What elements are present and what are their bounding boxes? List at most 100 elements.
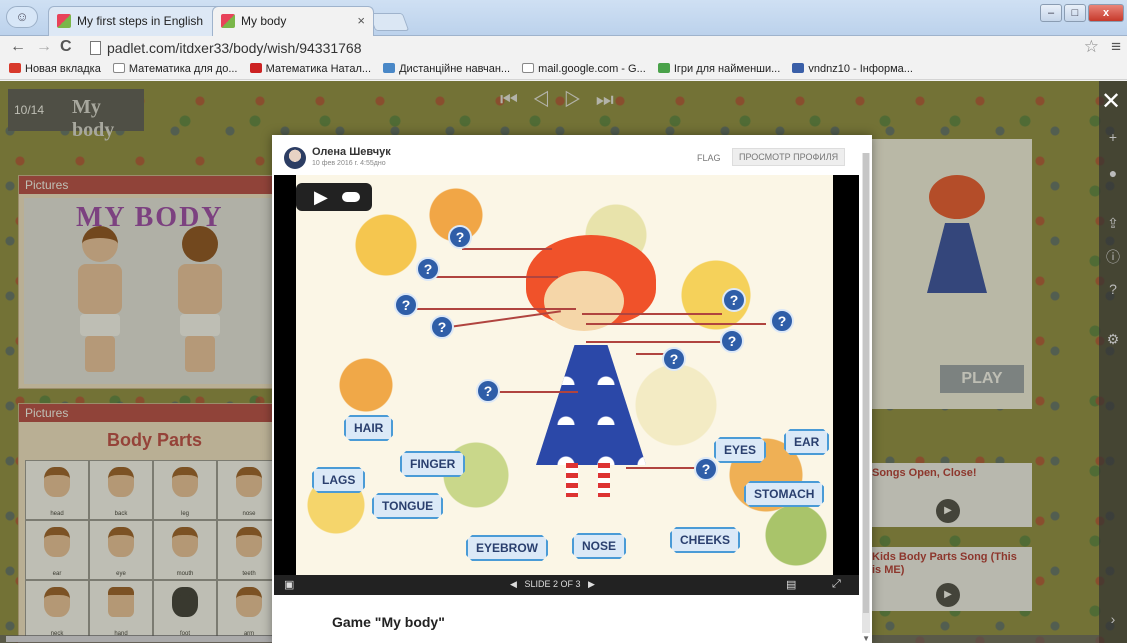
slideshow-controls: ▣ ◀ SLIDE 2 OF 3 ▶ ▤ ⤢ (274, 575, 859, 595)
bookmark-label: Математика для до... (128, 63, 238, 75)
post-modal: Олена Шевчук 10 фев 2016 г. 4:55дно FLAG… (272, 135, 872, 643)
youtube-icon (249, 63, 262, 73)
bookmark-star-icon[interactable]: ☆ (1084, 37, 1099, 57)
youtube-play-icon[interactable]: ▶ (296, 183, 372, 211)
slide-indicator-text: SLIDE 2 OF 3 (524, 579, 581, 589)
scroll-down-icon[interactable]: ▼ (862, 634, 870, 643)
modal-scrollbar[interactable] (862, 153, 870, 633)
bookmark-item[interactable]: Новая вкладка (9, 60, 101, 78)
question-marker[interactable]: ? (430, 315, 454, 339)
help-icon[interactable]: ? (1105, 281, 1121, 297)
word-label-hair[interactable]: HAIR (344, 415, 393, 441)
game-slide: ? ? ? ? ? ? ? ? ? ? HAIR FINGER LAGS TON… (296, 175, 833, 575)
view-profile-button[interactable]: ПРОСМОТР ПРОФИЛЯ (732, 148, 846, 166)
bookmark-label: Дистанційне навчан... (399, 63, 511, 75)
post-date: 10 фев 2016 г. 4:55дно (312, 160, 386, 167)
reload-icon[interactable]: C (60, 38, 72, 56)
pointer-line (586, 341, 726, 343)
address-bar[interactable]: padlet.com/itdxer33/body/wish/94331768 (84, 38, 1084, 58)
word-label-nose[interactable]: NOSE (572, 533, 626, 559)
bookmark-label: Математика Натал... (265, 63, 372, 75)
notes-menu-icon[interactable]: ▤ (786, 578, 796, 591)
next-slide-icon[interactable]: ▶ (588, 579, 595, 589)
settings-gear-icon[interactable]: ⚙ (1105, 331, 1121, 348)
site-icon (792, 63, 805, 73)
question-marker[interactable]: ? (694, 457, 718, 481)
question-marker[interactable]: ? (722, 288, 746, 312)
gmail-icon (9, 63, 21, 73)
padlet-side-toolbar: + ● ⇪ ⓘ ? ⚙ › (1099, 81, 1127, 643)
pointer-line (462, 248, 552, 250)
tab-my-body[interactable]: My body × (212, 6, 374, 36)
hamburger-menu-icon[interactable]: ≡ (1111, 37, 1121, 57)
question-marker[interactable]: ? (476, 379, 500, 403)
post-title: Game "My body" (332, 614, 445, 630)
new-tab-button[interactable] (368, 13, 410, 31)
bookmark-item[interactable]: Математика Натал... (249, 60, 372, 78)
browser-tab-bar: ☺ My first steps in English × My body × … (0, 0, 1127, 36)
info-icon[interactable]: ⓘ (1105, 247, 1121, 267)
fullscreen-icon[interactable]: ⤢ (832, 578, 841, 591)
pointer-line (582, 313, 722, 315)
bookmark-item[interactable]: Дистанційне навчан... (383, 60, 510, 78)
site-icon (657, 63, 670, 73)
tab-title: My first steps in English (77, 14, 204, 28)
avatar[interactable] (284, 147, 306, 169)
slideshow-logo-icon[interactable]: ▣ (284, 578, 294, 591)
page-icon (112, 63, 125, 73)
google-icon (383, 63, 396, 73)
browser-menu-icon[interactable]: ☺ (6, 6, 38, 28)
back-arrow-icon[interactable]: ← (10, 38, 26, 56)
page-icon (90, 41, 101, 55)
question-marker[interactable]: ? (448, 225, 472, 249)
question-marker[interactable]: ? (416, 257, 440, 281)
padlet-favicon-icon (57, 14, 71, 28)
bookmark-item[interactable]: mail.google.com - G... (522, 60, 646, 78)
word-label-eyebrow[interactable]: EYEBROW (466, 535, 548, 561)
bookmark-label: vndnz10 - Інформа... (808, 63, 913, 75)
share-icon[interactable]: ⇪ (1105, 215, 1121, 232)
add-icon[interactable]: + (1105, 129, 1121, 145)
question-marker[interactable]: ? (394, 293, 418, 317)
bookmark-item[interactable]: vndnz10 - Інформа... (792, 60, 913, 78)
word-label-finger[interactable]: FINGER (400, 451, 465, 477)
author-name[interactable]: Олена Шевчук (312, 146, 391, 158)
word-label-tongue[interactable]: TONGUE (372, 493, 443, 519)
pointer-line (488, 391, 578, 393)
pointer-line (406, 308, 576, 310)
slide-indicator: ◀ SLIDE 2 OF 3 ▶ (510, 579, 595, 590)
chevron-right-icon[interactable]: › (1105, 611, 1121, 627)
bookmark-item[interactable]: Математика для до... (112, 60, 238, 78)
tab-title: My body (241, 14, 287, 28)
word-label-cheeks[interactable]: CHEEKS (670, 527, 740, 553)
bookmark-label: mail.google.com - G... (538, 63, 646, 75)
window-close-button[interactable]: x (1088, 4, 1124, 22)
maximize-button[interactable]: □ (1064, 4, 1086, 22)
pointer-line (428, 276, 558, 278)
embedded-slideshow[interactable]: ? ? ? ? ? ? ? ? ? ? HAIR FINGER LAGS TON… (274, 175, 859, 595)
tab-my-first-steps[interactable]: My first steps in English × (48, 6, 228, 36)
word-label-stomach[interactable]: STOMACH (744, 481, 824, 507)
url-text: padlet.com/itdxer33/body/wish/94331768 (107, 40, 362, 56)
prev-slide-icon[interactable]: ◀ (510, 579, 517, 589)
question-marker[interactable]: ? (662, 347, 686, 371)
bookmark-label: Ігри для найменши... (673, 63, 781, 75)
padlet-favicon-icon (221, 14, 235, 28)
page-icon (522, 63, 535, 73)
bookmark-item[interactable]: Ігри для найменши... (657, 60, 781, 78)
bookmark-label: Новая вкладка (25, 63, 101, 75)
tab-close-icon[interactable]: × (357, 7, 365, 35)
close-slideshow-icon[interactable]: ✕ (1101, 87, 1121, 116)
browser-toolbar: ← → C padlet.com/itdxer33/body/wish/9433… (0, 36, 1127, 60)
minimize-button[interactable]: – (1040, 4, 1062, 22)
bookmarks-bar: Новая вкладка Математика для до... Матем… (0, 60, 1127, 80)
question-marker[interactable]: ? (720, 329, 744, 353)
flag-button[interactable]: FLAG (697, 153, 721, 163)
question-marker[interactable]: ? (770, 309, 794, 333)
profile-icon[interactable]: ● (1105, 165, 1121, 181)
word-label-eyes[interactable]: EYES (714, 437, 766, 463)
forward-arrow-icon[interactable]: → (36, 38, 52, 56)
word-label-ear[interactable]: EAR (784, 429, 829, 455)
pointer-line (586, 323, 766, 325)
word-label-lags[interactable]: LAGS (312, 467, 365, 493)
